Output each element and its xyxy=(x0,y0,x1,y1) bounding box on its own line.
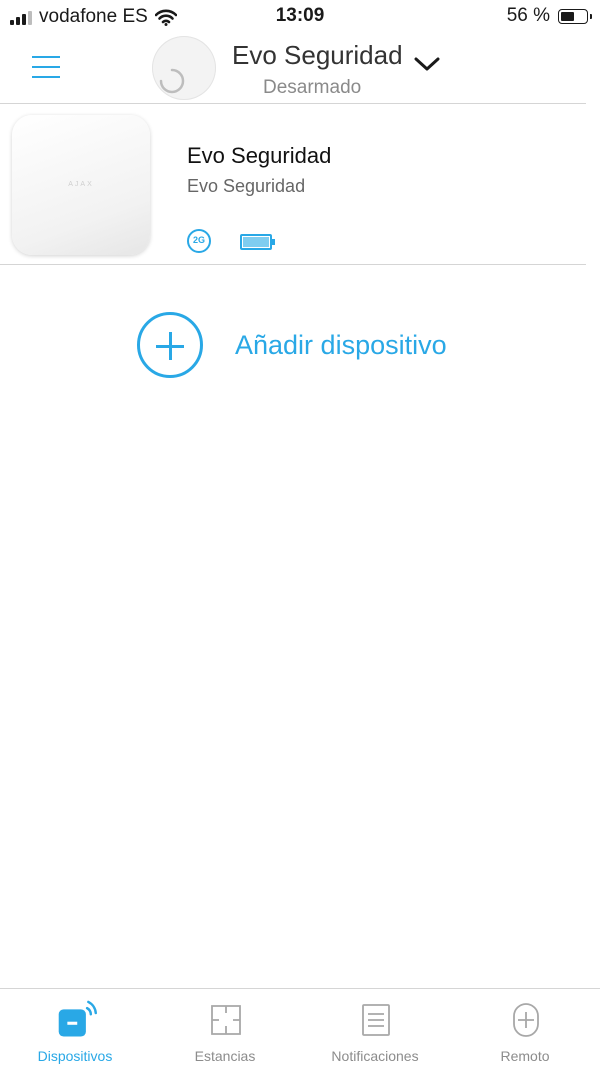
tab-label: Estancias xyxy=(194,1048,256,1064)
device-battery-fill xyxy=(243,237,269,247)
remote-icon xyxy=(513,1003,539,1037)
device-name: Evo Seguridad xyxy=(187,143,332,168)
tab-bar: Dispositivos Estancias Notificaciones Re… xyxy=(0,988,600,1068)
rooms-icon xyxy=(211,1005,241,1035)
hub-avatar[interactable] xyxy=(152,36,216,100)
device-row[interactable]: AJAX Evo Seguridad Evo Seguridad 2G xyxy=(0,103,600,263)
network-2g-badge: 2G xyxy=(187,229,211,253)
battery-icon xyxy=(558,8,592,24)
loading-spinner-icon xyxy=(159,68,185,94)
add-circle-icon xyxy=(137,312,203,378)
battery-percent: 56 % xyxy=(506,5,550,26)
battery-fill xyxy=(561,11,575,21)
device-divider xyxy=(0,264,586,265)
tab-label: Dispositivos xyxy=(37,1048,113,1064)
tab-label: Notificaciones xyxy=(331,1048,419,1064)
status-bar: vodafone ES 13:09 56 % xyxy=(0,0,600,34)
status-right: 56 % xyxy=(506,5,592,27)
devices-icon xyxy=(58,1000,97,1037)
menu-button[interactable] xyxy=(32,56,60,78)
hub-arm-state: Desarmado xyxy=(263,77,362,98)
notifications-icon xyxy=(362,1004,390,1036)
tab-dispositivos[interactable]: Dispositivos xyxy=(0,989,150,1068)
tab-estancias[interactable]: Estancias xyxy=(150,989,300,1068)
tab-notificaciones[interactable]: Notificaciones xyxy=(300,989,450,1068)
tab-remoto[interactable]: Remoto xyxy=(450,989,600,1068)
device-room: Evo Seguridad xyxy=(187,176,306,196)
hub-device-image: AJAX xyxy=(12,115,150,255)
chevron-down-icon[interactable] xyxy=(414,56,440,72)
device-brand-mark: AJAX xyxy=(68,181,94,188)
device-battery-icon xyxy=(240,234,275,250)
tab-label: Remoto xyxy=(500,1048,550,1064)
add-device-label: Añadir dispositivo xyxy=(235,329,447,360)
hub-title[interactable]: Evo Seguridad xyxy=(232,40,403,71)
app-header: Evo Seguridad Desarmado xyxy=(0,34,600,102)
add-device-button[interactable]: Añadir dispositivo xyxy=(137,310,447,380)
